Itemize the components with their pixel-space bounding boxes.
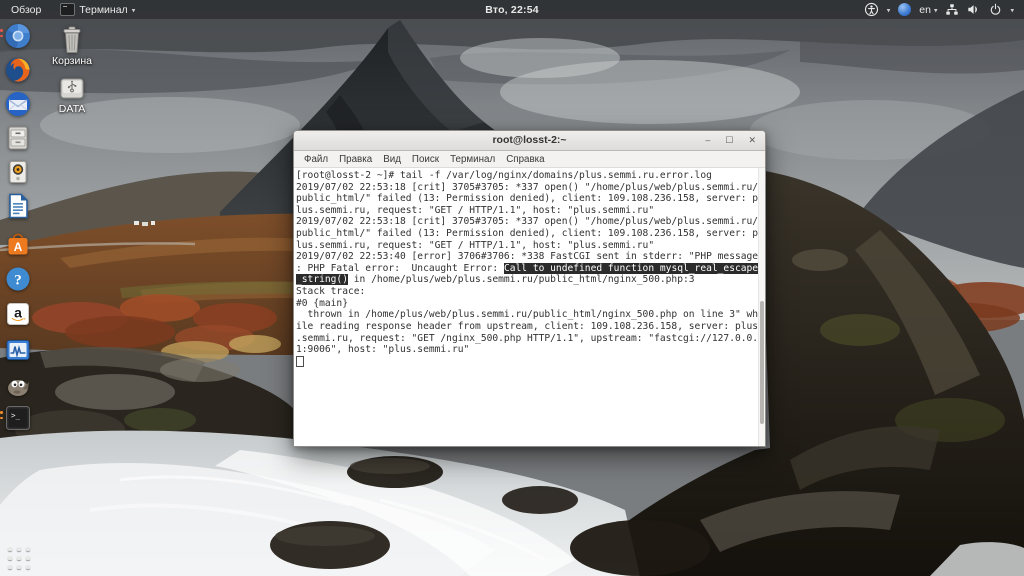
terminal-menubar: Файл Правка Вид Поиск Терминал Справка: [294, 151, 765, 168]
tray-app-icon[interactable]: [898, 3, 912, 16]
show-applications-button[interactable]: [7, 546, 33, 572]
desktop-icon-label: DATA: [58, 103, 86, 115]
terminal-line: 2019/07/02 22:53:18 [crit] 3705#3705: *3…: [296, 181, 759, 193]
window-controls: – ☐ ✕: [705, 131, 756, 150]
dock-item-media-box[interactable]: [4, 158, 32, 186]
terminal-content[interactable]: [root@losst-2 ~]# tail -f /var/log/nginx…: [294, 168, 765, 446]
thunderbird-icon: [6, 92, 30, 116]
dock-item-gimp[interactable]: [4, 372, 32, 400]
dock-item-system-monitor[interactable]: [4, 336, 32, 364]
dock-item-software-store[interactable]: A: [4, 230, 32, 258]
chevron-down-icon: ▾: [131, 7, 136, 14]
terminal-line: 2019/07/02 22:53:40 [error] 3706#3706: *…: [296, 251, 759, 263]
help-icon: ?: [6, 267, 30, 291]
app-menu-label: Терминал: [79, 3, 128, 16]
running-indicator: [0, 29, 3, 37]
gimp-icon: [8, 380, 29, 396]
menu-item[interactable]: Правка: [334, 154, 377, 165]
svg-text:A: A: [14, 240, 23, 254]
menu-item[interactable]: Файл: [299, 154, 333, 165]
terminal-line: #0 {main}: [296, 297, 348, 309]
svg-text:>_: >_: [11, 411, 21, 420]
activities-button[interactable]: Обзор: [0, 0, 52, 19]
terminal-cursor: [296, 355, 304, 368]
dock-item-firefox[interactable]: [4, 56, 32, 84]
menu-item[interactable]: Справка: [501, 154, 549, 165]
file-cabinet-icon: [8, 126, 28, 150]
chromium-icon: [5, 24, 30, 48]
dock-item-terminal[interactable]: >_: [0, 404, 32, 432]
terminal-line: public_html/" failed (13: Permission den…: [296, 193, 759, 205]
chevron-down-icon: ▾: [886, 7, 891, 14]
dock-item-file-manager[interactable]: [4, 124, 32, 152]
svg-text:?: ?: [14, 273, 22, 289]
terminal-line: : PHP Fatal error: Uncaught Error: Call …: [296, 262, 759, 274]
minimize-button[interactable]: –: [705, 136, 710, 145]
app-menu[interactable]: Терминал ▾: [52, 0, 143, 19]
dock-item-amazon[interactable]: a: [4, 300, 32, 328]
amazon-icon: a: [7, 303, 29, 325]
desktop-icon-data-drive[interactable]: DATA: [42, 76, 102, 115]
dock-item-libreoffice-writer[interactable]: [4, 192, 32, 220]
dock-item-help[interactable]: ?: [4, 265, 32, 293]
menu-item[interactable]: Терминал: [445, 154, 500, 165]
terminal-window: root@losst-2:~ – ☐ ✕ Файл Правка Вид Поиск Т…: [293, 130, 766, 447]
scrollbar-thumb[interactable]: [760, 301, 764, 424]
terminal-line: [296, 355, 765, 368]
desktop-icon-trash[interactable]: Корзина: [42, 26, 102, 67]
chevron-down-icon: ▾: [1010, 7, 1014, 14]
terminal-line: [root@losst-2 ~]# tail -f /var/log/nginx…: [296, 170, 712, 181]
scrollbar[interactable]: [758, 168, 765, 446]
media-box-icon: [9, 161, 27, 183]
menu-item[interactable]: Вид: [378, 154, 406, 165]
language-label: en: [919, 3, 931, 16]
maximize-button[interactable]: ☐: [725, 136, 733, 145]
language-selector[interactable]: en ▾: [919, 4, 937, 16]
system-monitor-icon: [6, 340, 30, 360]
terminal-line: lus.semmi.ru, request: "GET / HTTP/1.1",…: [296, 204, 655, 216]
terminal-line: Stack trace:: [296, 286, 366, 298]
terminal-line: 2019/07/02 22:53:18 [crit] 3705#3705: *3…: [296, 216, 759, 228]
terminal-line: _string() in /home/plus/web/plus.semmi.r…: [296, 274, 695, 286]
window-title: root@losst-2:~: [492, 134, 567, 146]
usb-drive-icon: [60, 78, 84, 99]
clock[interactable]: Вто, 22:54: [485, 0, 539, 19]
terminal-line: .semmi.ru, request: "GET /nginx_500.php …: [296, 332, 759, 344]
terminal-icon: >_: [6, 406, 30, 430]
terminal-line: public_html/" failed (13: Permission den…: [296, 228, 759, 240]
chevron-down-icon: ▾: [933, 7, 938, 14]
menu-item[interactable]: Поиск: [407, 154, 444, 165]
power-icon[interactable]: [989, 3, 1002, 16]
dock: A ? a >_: [0, 0, 37, 576]
terminal-app-icon: [60, 3, 76, 16]
terminal-line: thrown in /home/plus/web/plus.semmi.ru/p…: [296, 309, 759, 321]
desktop-icon-label: Корзина: [52, 55, 92, 67]
trash-icon: [63, 26, 81, 53]
terminal-line: ile reading response header from upstrea…: [296, 320, 759, 332]
window-titlebar[interactable]: root@losst-2:~ – ☐ ✕: [294, 131, 765, 151]
network-icon[interactable]: [945, 3, 959, 16]
libreoffice-writer-icon: [9, 193, 28, 219]
svg-text:a: a: [14, 305, 22, 321]
software-store-icon: A: [8, 233, 28, 255]
terminal-line: lus.semmi.ru, request: "GET / HTTP/1.1",…: [296, 239, 655, 251]
accessibility-icon[interactable]: [864, 2, 879, 17]
close-button[interactable]: ✕: [748, 136, 756, 145]
dock-item-chromium[interactable]: [0, 22, 32, 50]
running-indicator: [0, 411, 3, 419]
top-bar: Обзор Терминал ▾ Вто, 22:54 ▾ en ▾ ▾: [0, 0, 1024, 19]
volume-icon[interactable]: [967, 3, 981, 16]
terminal-output: [root@losst-2 ~]# tail -f /var/log/nginx…: [294, 168, 765, 368]
firefox-icon: [6, 58, 30, 82]
dock-item-thunderbird[interactable]: [4, 90, 32, 118]
terminal-line: 1:9006", host: "plus.semmi.ru": [296, 344, 470, 356]
